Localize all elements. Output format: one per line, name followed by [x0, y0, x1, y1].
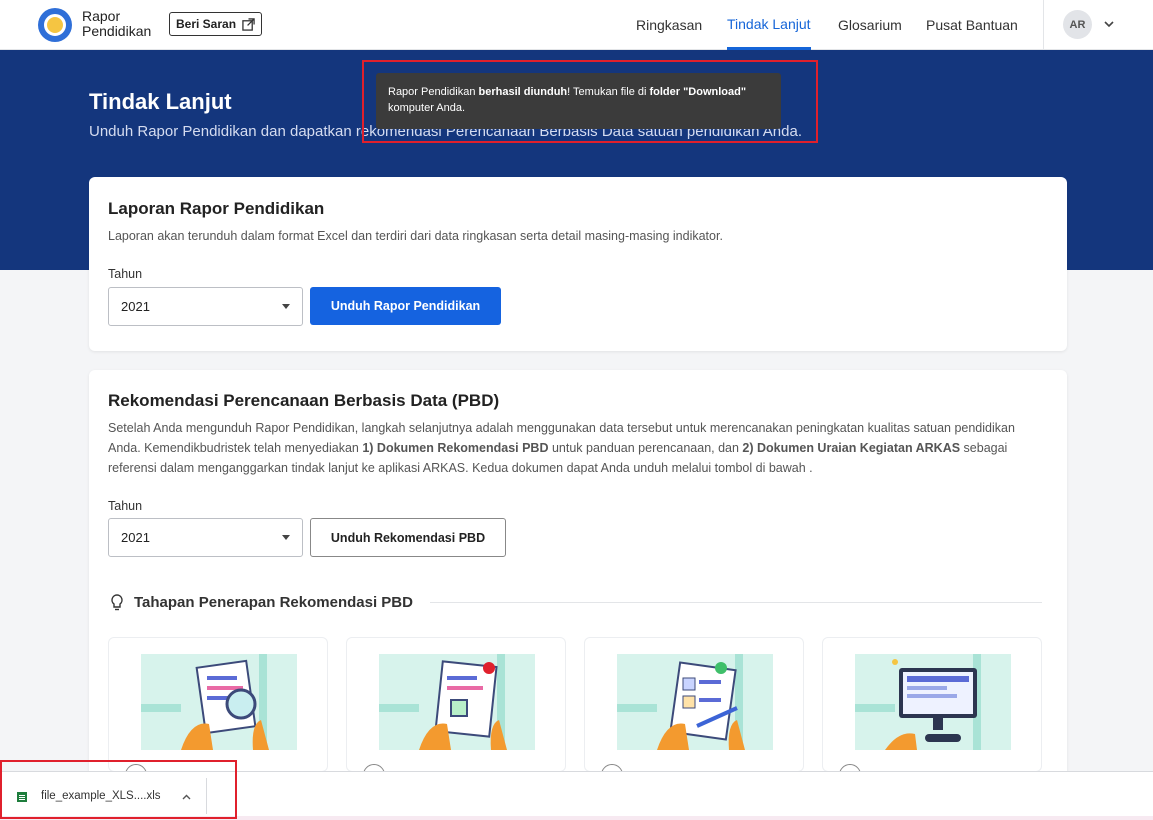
chevron-down-icon[interactable] — [1103, 18, 1115, 30]
page-title: Tindak Lanjut — [89, 89, 232, 114]
nav-ringkasan[interactable]: Ringkasan — [636, 0, 702, 50]
lightbulb-icon — [111, 594, 123, 611]
step-card-3[interactable] — [584, 637, 804, 786]
nav-glosarium[interactable]: Glosarium — [838, 0, 902, 50]
step-card-4[interactable] — [822, 637, 1042, 786]
chevron-up-icon[interactable] — [181, 792, 192, 802]
step-card-1[interactable] — [108, 637, 328, 786]
feedback-label: Beri Saran — [176, 17, 237, 31]
clipboard-plan-illustration — [617, 654, 773, 750]
steps-divider — [430, 602, 1042, 603]
download-bar — [0, 771, 1153, 820]
download-success-toast: Rapor Pendidikan berhasil diunduh! Temuk… — [376, 73, 781, 129]
pbd-year-value: 2021 — [121, 530, 150, 545]
nav-tindak-lanjut[interactable]: Tindak Lanjut — [727, 0, 811, 50]
caret-down-icon — [282, 535, 290, 540]
magnifier-document-illustration — [141, 654, 297, 750]
pbd-desc-bold-1: 1) Dokumen Rekomendasi PBD — [362, 441, 549, 455]
external-link-icon — [242, 17, 255, 31]
caret-down-icon — [282, 304, 290, 309]
avatar[interactable]: AR — [1063, 10, 1092, 39]
logo-icon[interactable] — [38, 8, 72, 42]
header-divider — [1043, 0, 1044, 50]
laporan-title: Laporan Rapor Pendidikan — [108, 199, 325, 218]
nav-pusat-bantuan[interactable]: Pusat Bantuan — [926, 0, 1018, 50]
pbd-desc-bold-2: 2) Dokumen Uraian Kegiatan ARKAS — [742, 441, 961, 455]
brand-line-1: Rapor — [82, 8, 121, 24]
toast-text-2: ! Temukan file di — [567, 86, 650, 98]
laporan-desc: Laporan akan terunduh dalam format Excel… — [108, 229, 723, 243]
computer-monitor-illustration — [855, 654, 1011, 750]
pbd-desc: Setelah Anda mengunduh Rapor Pendidikan,… — [108, 418, 1044, 478]
laporan-year-label: Tahun — [108, 267, 143, 281]
pbd-desc-2: untuk panduan perencanaan, dan — [548, 441, 743, 455]
pbd-title: Rekomendasi Perencanaan Berbasis Data (P… — [108, 391, 500, 410]
steps-heading: Tahapan Penerapan Rekomendasi PBD — [134, 594, 413, 611]
laporan-year-select[interactable]: 2021 — [108, 287, 303, 326]
laporan-year-value: 2021 — [121, 299, 150, 314]
excel-file-icon — [17, 792, 27, 802]
brand-line-2: Pendidikan — [82, 23, 152, 39]
toast-text-3: komputer Anda. — [388, 102, 466, 114]
toast-bold-1: berhasil diunduh — [478, 86, 568, 98]
download-separator — [206, 778, 207, 814]
top-header: Rapor Pendidikan Beri Saran Ringkasan Ti… — [0, 0, 1153, 50]
feedback-button[interactable]: Beri Saran — [169, 12, 263, 36]
unduh-rekomendasi-button[interactable]: Unduh Rekomendasi PBD — [310, 518, 506, 557]
unduh-rapor-button[interactable]: Unduh Rapor Pendidikan — [310, 287, 501, 325]
download-filename[interactable]: file_example_XLS....xls — [41, 790, 161, 802]
toast-bold-2: folder "Download" — [649, 86, 747, 98]
step-card-2[interactable] — [346, 637, 566, 786]
toast-text-1: Rapor Pendidikan — [388, 86, 479, 98]
checklist-document-illustration — [379, 654, 535, 750]
download-bar-edge — [0, 816, 1153, 820]
pbd-year-label: Tahun — [108, 499, 143, 513]
brand-name[interactable]: Rapor Pendidikan — [82, 9, 151, 39]
pbd-year-select[interactable]: 2021 — [108, 518, 303, 557]
